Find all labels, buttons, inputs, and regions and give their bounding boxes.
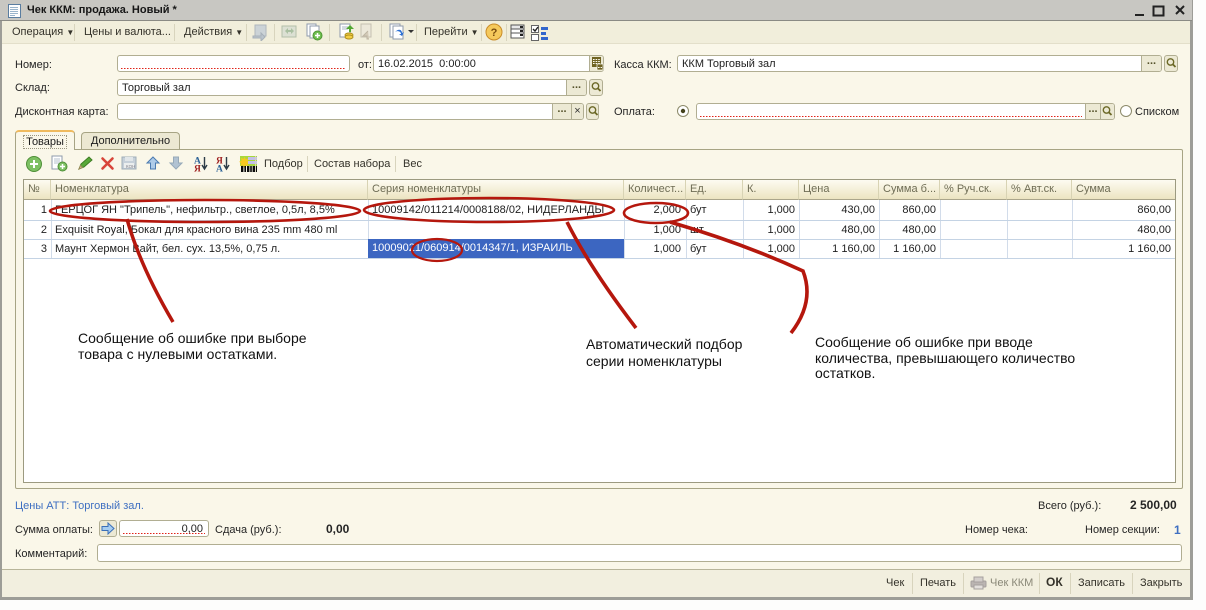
svg-text:Я: Я [194, 165, 201, 174]
svg-text:А: А [216, 165, 223, 174]
svg-text:?: ? [491, 27, 498, 39]
svg-text:КОН: КОН [126, 164, 135, 169]
